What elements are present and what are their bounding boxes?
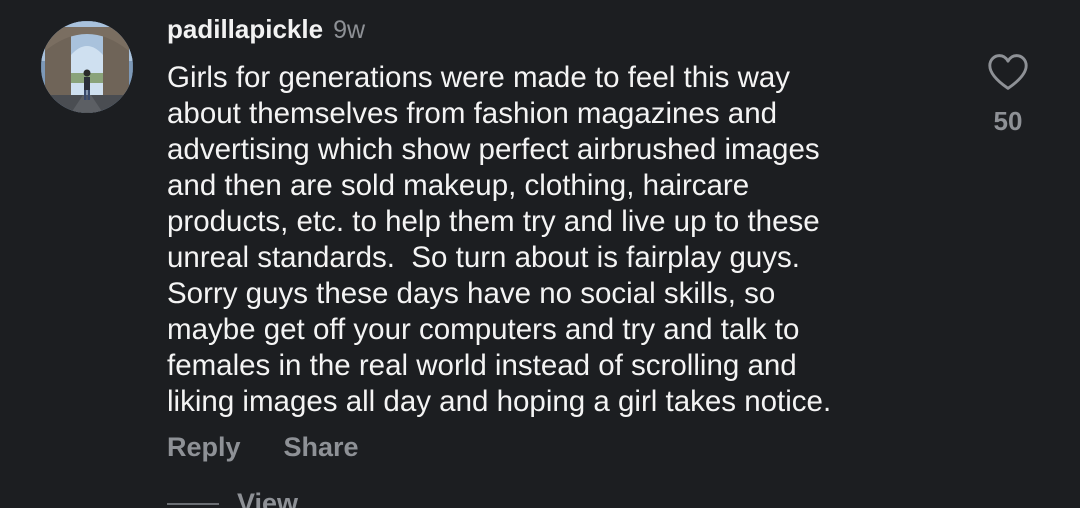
comment-text-line: liking images all day and hoping a girl … [167,385,832,418]
like-count: 50 [993,106,1023,136]
share-button[interactable]: Share [284,432,359,463]
comment-age: 9w [333,16,366,44]
like-control: 50 [984,52,1032,137]
comment-text-line: about themselves from fashion magazines … [167,97,778,130]
comment-text-line: maybe get off your computers and try and… [167,313,800,346]
heart-outline-icon[interactable] [986,52,1030,92]
comment-text-line: Girls for generations were made to feel … [167,61,791,94]
replies-divider [167,502,219,505]
reply-button[interactable]: Reply [167,432,241,463]
comment-text-line: unreal standards. So turn about is fairp… [167,241,800,274]
view-replies-label[interactable]: View [237,488,298,508]
comment-text: Girls for generations were made to feel … [167,60,967,420]
username[interactable]: padillapickle [167,14,323,45]
view-replies[interactable]: View [167,488,298,508]
comment-text-line: Sorry guys these days have no social ski… [167,277,776,310]
comment-header: padillapickle 9w [167,14,365,46]
comment-text-line: advertising which show perfect airbrushe… [167,133,820,166]
comment-actions: Reply Share [167,432,359,463]
comment-text-line: and then are sold makeup, clothing, hair… [167,169,750,202]
comment-text-line: products, etc. to help them try and live… [167,205,820,238]
avatar-photo [41,21,133,113]
avatar[interactable] [41,21,133,113]
comment-item: padillapickle 9w Girls for generations w… [0,0,1080,508]
comment-text-line: females in the real world instead of scr… [167,349,797,382]
